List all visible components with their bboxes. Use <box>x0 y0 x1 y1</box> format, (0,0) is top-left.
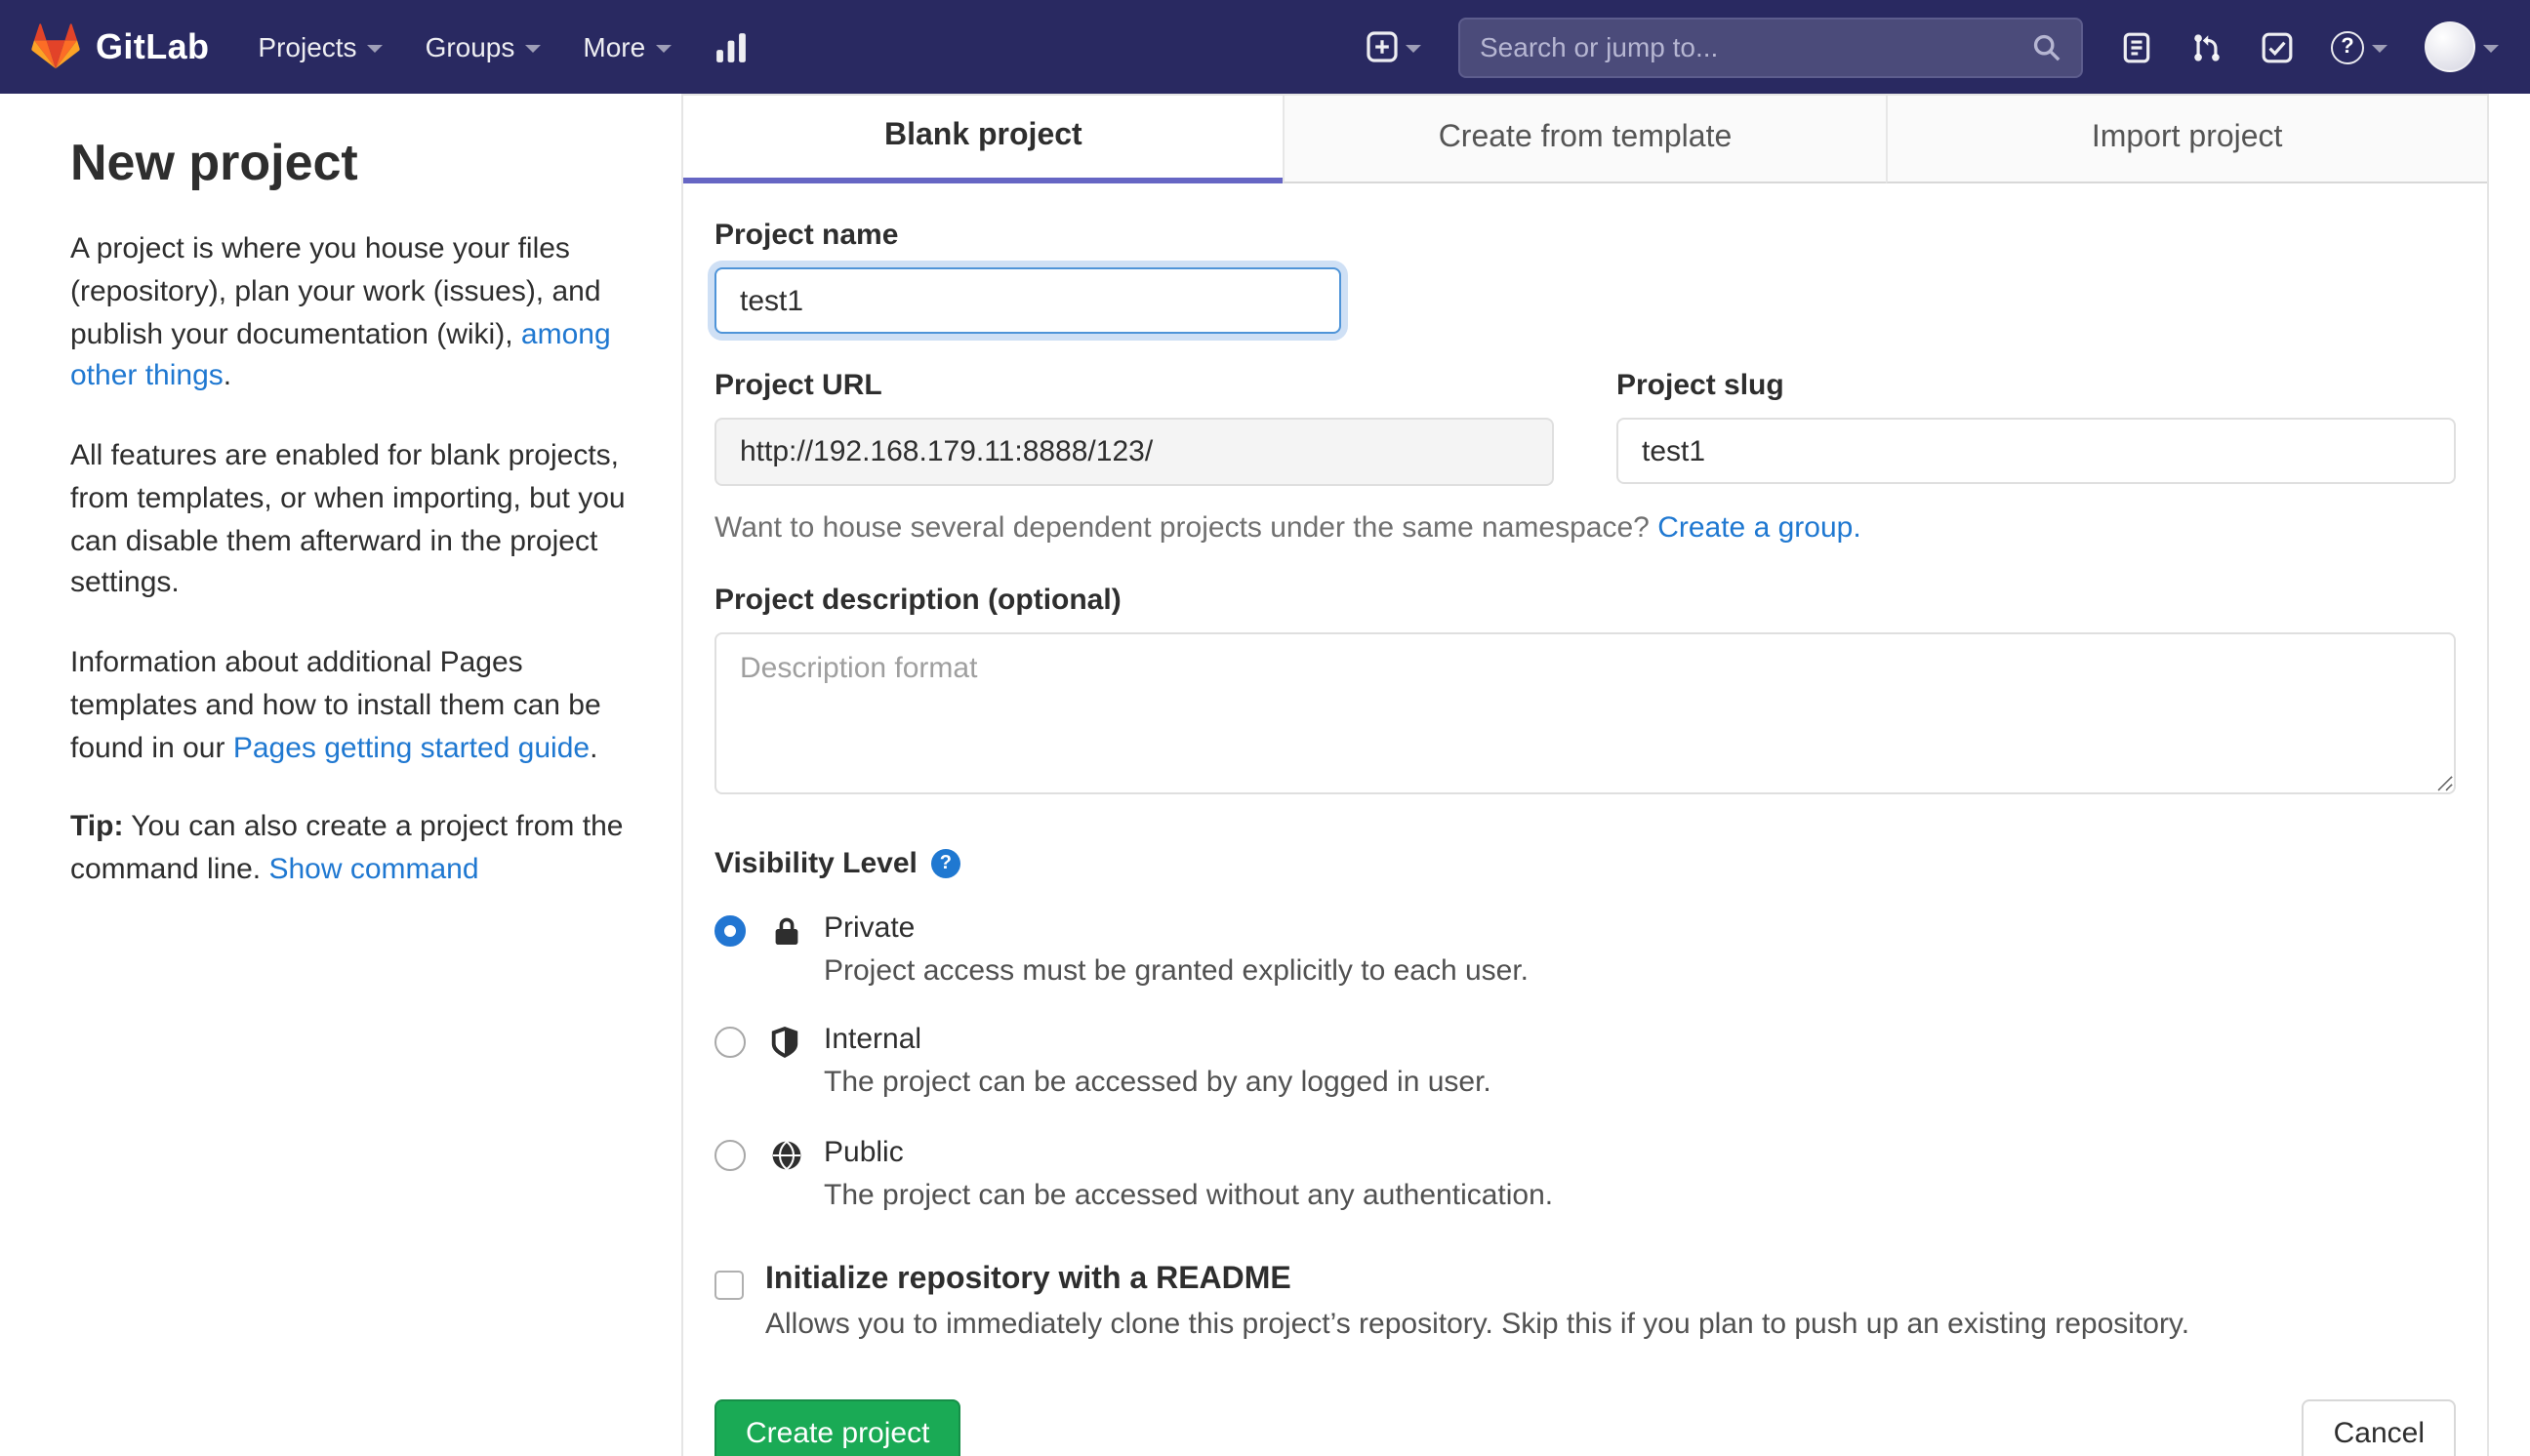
analytics-button[interactable] <box>714 30 747 63</box>
project-url-label: Project URL <box>714 369 882 402</box>
tab-import-project[interactable]: Import project <box>1885 96 2487 183</box>
search-input[interactable] <box>1480 31 2032 62</box>
project-description-label: Project description (optional) <box>714 584 1122 617</box>
nav-projects-label: Projects <box>258 31 357 62</box>
nav-more[interactable]: More <box>583 31 672 62</box>
sidebar-paragraph-3-end: . <box>590 731 598 764</box>
todos-button[interactable] <box>2261 30 2294 63</box>
public-description: The project can be accessed without any … <box>824 1178 1554 1211</box>
public-radio[interactable] <box>714 1139 746 1170</box>
show-command-link[interactable]: Show command <box>268 853 478 886</box>
public-option-text: Public The project can be accessed witho… <box>824 1135 1553 1216</box>
issues-button[interactable] <box>2120 30 2153 63</box>
chevron-down-icon <box>366 44 383 52</box>
visibility-help-icon[interactable]: ? <box>930 849 960 878</box>
internal-label: Internal <box>824 1023 922 1057</box>
todo-check-icon <box>2261 30 2294 63</box>
visibility-level-header: Visibility Level ? <box>714 847 2456 880</box>
nav-groups[interactable]: Groups <box>426 31 541 62</box>
globe-icon <box>771 1139 804 1170</box>
new-project-sidebar: New project A project is where you house… <box>0 94 681 929</box>
nav-projects[interactable]: Projects <box>258 31 383 62</box>
brand-name: GitLab <box>96 26 210 65</box>
private-option-text: Private Project access must be granted e… <box>824 911 1529 992</box>
visibility-option-private[interactable]: Private Project access must be granted e… <box>714 911 2456 992</box>
tanuki-logo-icon <box>31 23 80 70</box>
create-group-link[interactable]: Create a group. <box>1657 511 1860 545</box>
search-icon <box>2032 32 2061 61</box>
sidebar-paragraph-2: All features are enabled for blank proje… <box>70 439 626 600</box>
lock-icon <box>771 915 804 947</box>
create-project-button[interactable]: Create project <box>714 1399 961 1456</box>
project-name-input[interactable] <box>714 267 1341 334</box>
private-label: Private <box>824 911 916 945</box>
sidebar-paragraph-3: Information about additional Pages templ… <box>70 642 646 770</box>
private-radio[interactable] <box>714 915 746 947</box>
url-slug-row: Project URL http://192.168.179.11:8888/1… <box>714 369 2456 486</box>
tab-blank-project[interactable]: Blank project <box>683 96 1284 183</box>
internal-radio[interactable] <box>714 1027 746 1059</box>
merge-requests-button[interactable] <box>2190 30 2224 63</box>
sidebar-paragraph-1: A project is where you house your files … <box>70 228 646 398</box>
cancel-button[interactable]: Cancel <box>2302 1399 2456 1456</box>
new-project-tabs: Blank project Create from template Impor… <box>683 96 2487 183</box>
bar-chart-icon <box>714 30 747 63</box>
gitlab-new-project-page: GitLab Projects Groups More Search or ju… <box>0 0 2530 1456</box>
new-project-form: Project name Project URL http://192.168.… <box>683 183 2487 1456</box>
help-icon: ? <box>2331 30 2364 63</box>
project-slug-label: Project slug <box>1616 369 1784 402</box>
new-menu-button[interactable] <box>1367 31 1421 62</box>
new-project-panel: Blank project Create from template Impor… <box>681 94 2489 1456</box>
project-slug-input[interactable] <box>1616 418 2456 484</box>
gitlab-home-link[interactable]: GitLab <box>31 23 209 70</box>
readme-checkbox[interactable] <box>714 1270 744 1300</box>
page-title: New project <box>70 133 358 191</box>
chevron-down-icon <box>1406 44 1421 52</box>
chevron-down-icon <box>2483 44 2499 52</box>
public-label: Public <box>824 1135 904 1168</box>
pages-getting-started-link[interactable]: Pages getting started guide <box>233 731 590 764</box>
nav-groups-label: Groups <box>425 31 515 62</box>
sidebar-paragraph-1-end: . <box>223 359 232 393</box>
visibility-option-internal[interactable]: Internal The project can be accessed by … <box>714 1024 2456 1105</box>
form-actions: Create project Cancel <box>714 1399 2456 1456</box>
tab-create-from-template[interactable]: Create from template <box>1283 96 1886 183</box>
chevron-down-icon <box>524 44 541 52</box>
namespace-hint-text: Want to house several dependent projects… <box>714 511 1650 545</box>
visibility-option-public[interactable]: Public The project can be accessed witho… <box>714 1135 2456 1216</box>
private-description: Project access must be granted explicitl… <box>824 954 1530 988</box>
visibility-level-label: Visibility Level <box>714 847 918 880</box>
issues-icon <box>2120 30 2153 63</box>
plus-square-icon <box>1367 31 1398 62</box>
sidebar-tip: Tip: You can also create a project from … <box>70 807 646 892</box>
merge-request-icon <box>2190 30 2224 63</box>
chevron-down-icon <box>655 44 672 52</box>
initialize-readme-option[interactable]: Initialize repository with a README Allo… <box>714 1263 2456 1346</box>
top-navbar: GitLab Projects Groups More Search or ju… <box>0 0 2530 94</box>
tip-label: Tip: <box>70 810 124 844</box>
project-url-field[interactable]: http://192.168.179.11:8888/123/ <box>714 418 1554 486</box>
namespace-hint: Want to house several dependent projects… <box>714 511 2456 545</box>
page-content: New project A project is where you house… <box>0 94 2530 1456</box>
readme-text: Initialize repository with a README Allo… <box>765 1263 2189 1346</box>
nav-more-label: More <box>583 31 646 62</box>
internal-description: The project can be accessed by any logge… <box>824 1066 1491 1100</box>
project-name-label: Project name <box>714 219 899 252</box>
project-description-textarea[interactable] <box>714 632 2456 794</box>
avatar <box>2425 21 2475 72</box>
readme-description: Allows you to immediately clone this pro… <box>765 1307 2190 1341</box>
shield-icon <box>771 1027 804 1059</box>
global-search-box[interactable] <box>1458 17 2083 77</box>
user-menu-button[interactable] <box>2425 21 2499 72</box>
chevron-down-icon <box>2372 44 2387 52</box>
internal-option-text: Internal The project can be accessed by … <box>824 1024 1491 1105</box>
readme-label: Initialize repository with a README <box>765 1262 1291 1296</box>
help-menu-button[interactable]: ? <box>2331 30 2387 63</box>
